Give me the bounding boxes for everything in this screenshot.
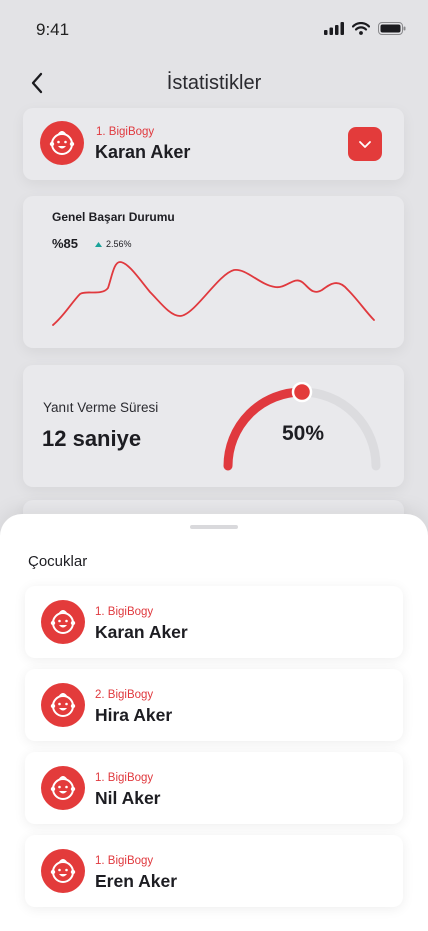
- child-avatar: [41, 683, 85, 727]
- baby-face-icon: [50, 610, 76, 634]
- battery-icon: [378, 22, 406, 35]
- child-avatar: [40, 121, 84, 165]
- child-list-item[interactable]: 1. BigiBogy Nil Aker: [25, 752, 403, 824]
- selected-child-rank: 1. BigiBogy: [96, 126, 155, 138]
- status-time: 9:41: [36, 20, 70, 39]
- child-dropdown-button[interactable]: [348, 127, 382, 161]
- child-avatar: [41, 600, 85, 644]
- child-list-item[interactable]: 1. BigiBogy Karan Aker: [25, 586, 403, 658]
- child-list-item[interactable]: 1. BigiBogy Eren Aker: [25, 835, 403, 907]
- children-sheet-title: Çocuklar: [28, 553, 88, 570]
- child-name: Nil Aker: [95, 788, 161, 808]
- sheet-drag-handle[interactable]: [190, 525, 238, 529]
- baby-face-icon: [50, 776, 76, 800]
- response-gauge-percent: 50%: [281, 422, 325, 445]
- response-time-label: Yanıt Verme Süresi: [43, 400, 159, 415]
- child-rank: 1. BigiBogy: [95, 772, 154, 784]
- response-time-value: 12 saniye: [42, 426, 142, 451]
- child-name: Karan Aker: [95, 622, 188, 642]
- baby-face-icon: [49, 131, 75, 155]
- gauge-knob[interactable]: [291, 382, 313, 403]
- baby-face-icon: [50, 693, 76, 717]
- overall-success-value: %85: [52, 236, 79, 251]
- child-rank: 2. BigiBogy: [95, 689, 154, 701]
- status-icons: [324, 22, 406, 35]
- child-avatar: [41, 766, 85, 810]
- child-list-item[interactable]: 2. BigiBogy Hira Aker: [25, 669, 403, 741]
- baby-face-icon: [50, 859, 76, 883]
- chevron-down-icon: [359, 140, 371, 148]
- overall-success-delta-value: 2.56%: [106, 239, 132, 249]
- child-name: Hira Aker: [95, 705, 173, 725]
- child-rank: 1. BigiBogy: [95, 855, 154, 867]
- selected-child-name: Karan Aker: [95, 142, 191, 162]
- child-name: Eren Aker: [95, 871, 178, 891]
- signal-icon: [324, 22, 344, 35]
- child-rank: 1. BigiBogy: [95, 606, 154, 618]
- overall-success-delta: 2.56%: [95, 239, 132, 249]
- child-avatar: [41, 849, 85, 893]
- overall-success-title: Genel Başarı Durumu: [52, 210, 175, 224]
- page-title: İstatistikler: [166, 72, 262, 94]
- trend-up-icon: [95, 241, 102, 247]
- wifi-icon: [352, 22, 370, 35]
